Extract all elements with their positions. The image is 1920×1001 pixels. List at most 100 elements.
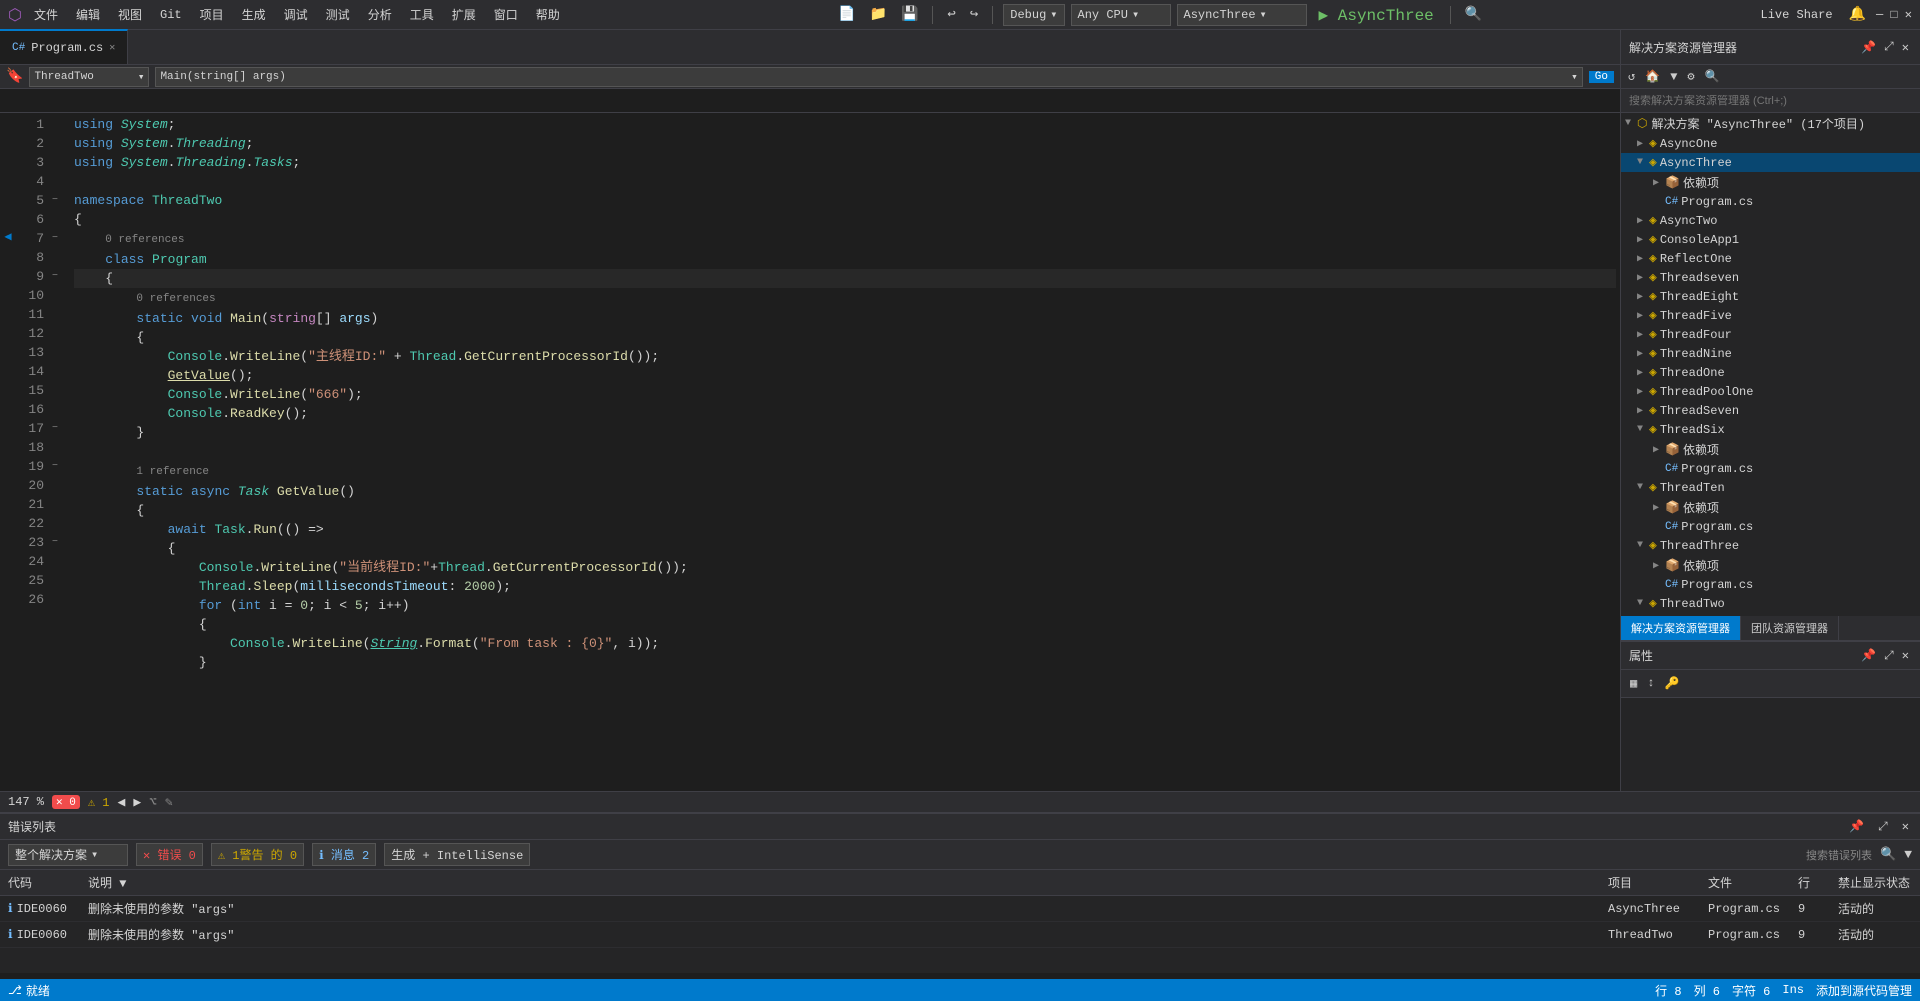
format-icon[interactable]: ✎ xyxy=(165,795,173,810)
el-filter-icon[interactable]: ▼ xyxy=(1904,847,1912,862)
tree-item-reflectone[interactable]: ▶◈ReflectOne xyxy=(1621,249,1920,268)
el-close-icon[interactable]: ✕ xyxy=(1899,817,1912,836)
nav-method-dropdown[interactable]: Main(string[] args)▾ xyxy=(155,67,1582,87)
se-close-icon[interactable]: ✕ xyxy=(1899,38,1912,57)
edit-menu[interactable]: 编辑 xyxy=(70,4,106,25)
code-content[interactable]: using System;using System.Threading;usin… xyxy=(70,113,1620,791)
cpu-dropdown[interactable]: Any CPU ▾ xyxy=(1071,4,1171,26)
tree-item-threadthree-deps[interactable]: ▶📦依赖项 xyxy=(1621,555,1920,576)
el-search-label: 搜索错误列表 xyxy=(1806,847,1872,863)
se-filter-icon[interactable]: ▼ xyxy=(1667,68,1680,86)
tree-item-threadten[interactable]: ▼◈ThreadTen xyxy=(1621,478,1920,497)
messages-filter-btn[interactable]: ℹ 消息 2 xyxy=(312,843,376,866)
warnings-filter-btn[interactable]: ⚠ 1警告 的 0 xyxy=(211,843,304,866)
tree-item-threadsix-deps[interactable]: ▶📦依赖项 xyxy=(1621,439,1920,460)
save-icon[interactable]: 💾 xyxy=(897,4,922,25)
tree-item-threadfour[interactable]: ▶◈ThreadFour xyxy=(1621,325,1920,344)
tree-item-consoleapp1[interactable]: ▶◈ConsoleApp1 xyxy=(1621,230,1920,249)
collapse-7[interactable]: − xyxy=(52,233,58,244)
tab-solution-explorer[interactable]: 解决方案资源管理器 xyxy=(1621,616,1741,640)
collapse-19[interactable]: − xyxy=(52,461,58,472)
tree-item-threadtwo[interactable]: ▼◈ThreadTwo xyxy=(1621,594,1920,613)
new-file-icon[interactable]: 📄 xyxy=(834,4,859,25)
collapse-9[interactable]: − xyxy=(52,271,58,282)
collapse-17[interactable]: − xyxy=(52,423,58,434)
collapse-23[interactable]: − xyxy=(52,537,58,548)
tree-item-threadthree[interactable]: ▼◈ThreadThree xyxy=(1621,536,1920,555)
prop-key-icon[interactable]: 🔑 xyxy=(1661,674,1682,693)
tree-item-threadseven[interactable]: ▶◈Threadseven xyxy=(1621,268,1920,287)
debug-menu[interactable]: 调试 xyxy=(278,4,314,25)
prop-sort-icon[interactable]: ↕ xyxy=(1644,674,1657,693)
add-to-source[interactable]: 添加到源代码管理 xyxy=(1816,982,1912,999)
se-refresh-icon[interactable]: ↺ xyxy=(1625,67,1638,86)
solution-search-input[interactable] xyxy=(1629,95,1912,107)
se-search-btn[interactable]: 🔍 xyxy=(1702,67,1723,86)
view-menu[interactable]: 视图 xyxy=(112,4,148,25)
notification-icon[interactable]: 🔔 xyxy=(1845,4,1870,25)
debug-dropdown[interactable]: Debug ▾ xyxy=(1003,4,1064,26)
build-filter-btn[interactable]: 生成 + IntelliSense xyxy=(384,843,530,866)
extensions-menu[interactable]: 扩展 xyxy=(446,4,482,25)
tree-item-threadthree-program[interactable]: C#Program.cs xyxy=(1621,576,1920,594)
se-home-icon[interactable]: 🏠 xyxy=(1642,67,1663,86)
open-icon[interactable]: 📁 xyxy=(866,4,891,25)
el-pin-icon[interactable]: 📌 xyxy=(1846,817,1867,836)
tree-item-threadsix[interactable]: ▼◈ThreadSix xyxy=(1621,420,1920,439)
file-tab-program[interactable]: C# Program.cs ✕ xyxy=(0,29,128,64)
file-menu[interactable]: 文件 xyxy=(28,4,64,25)
tree-item-threadeight[interactable]: ▶◈ThreadEight xyxy=(1621,287,1920,306)
prop-grid-icon[interactable]: ▦ xyxy=(1627,674,1640,693)
nav-next-btn[interactable]: ▶ xyxy=(133,795,141,810)
prop-pin-icon[interactable]: 📌 xyxy=(1858,646,1879,665)
se-gear-icon[interactable]: ⚙ xyxy=(1684,67,1697,86)
help-menu[interactable]: 帮助 xyxy=(530,4,566,25)
nav-prev-btn[interactable]: ◀ xyxy=(117,795,125,810)
tree-item-asyncone[interactable]: ▶◈AsyncOne xyxy=(1621,134,1920,153)
project-dropdown[interactable]: AsyncThree ▾ xyxy=(1177,4,1307,26)
tab-close-btn[interactable]: ✕ xyxy=(109,42,115,54)
tree-item-threadnine[interactable]: ▶◈ThreadNine xyxy=(1621,344,1920,363)
tree-item-asyncthree-deps[interactable]: ▶📦依赖项 xyxy=(1621,172,1920,193)
tree-item-asyncthree-program[interactable]: C#Program.cs xyxy=(1621,193,1920,211)
prop-move-icon[interactable]: ⤢ xyxy=(1881,647,1897,665)
error-row[interactable]: ℹIDE0060 删除未使用的参数 "args" ThreadTwo Progr… xyxy=(0,922,1920,948)
build-menu[interactable]: 生成 xyxy=(236,4,272,25)
tree-item-threadten-program[interactable]: C#Program.cs xyxy=(1621,518,1920,536)
tree-item-threadseven2[interactable]: ▶◈ThreadSeven xyxy=(1621,401,1920,420)
se-move-icon[interactable]: ⤢ xyxy=(1881,38,1897,56)
tree-item-asyncthree[interactable]: ▼◈AsyncThree xyxy=(1621,153,1920,172)
project-menu[interactable]: 项目 xyxy=(194,4,230,25)
nav-namespace-dropdown[interactable]: ThreadTwo▾ xyxy=(29,67,149,87)
tree-item-threadsix-program[interactable]: C#Program.cs xyxy=(1621,460,1920,478)
live-share-btn[interactable]: Live Share xyxy=(1755,6,1839,24)
tree-solution-root[interactable]: ▼⬡解决方案 "AsyncThree" (17个项目) xyxy=(1621,113,1920,134)
tree-item-threadpoolone[interactable]: ▶◈ThreadPoolOne xyxy=(1621,382,1920,401)
code-editor[interactable]: ◀ 12345678 910111213141516 1718192021222… xyxy=(0,113,1620,791)
se-pin-icon[interactable]: 📌 xyxy=(1858,38,1879,57)
play-button[interactable]: ▶ AsyncThree xyxy=(1313,3,1440,27)
undo-icon[interactable]: ↩ xyxy=(943,4,959,25)
window-menu[interactable]: 窗口 xyxy=(488,4,524,25)
search-icon[interactable]: 🔍 xyxy=(1461,4,1486,25)
collapse-5[interactable]: − xyxy=(52,195,58,206)
test-menu[interactable]: 测试 xyxy=(320,4,356,25)
error-row[interactable]: ℹIDE0060 删除未使用的参数 "args" AsyncThree Prog… xyxy=(0,896,1920,922)
tree-item-threadten-deps[interactable]: ▶📦依赖项 xyxy=(1621,497,1920,518)
line-numbers: 12345678 910111213141516 171819202122232… xyxy=(16,113,52,791)
el-move-icon[interactable]: ⤢ xyxy=(1875,818,1891,836)
analyze-menu[interactable]: 分析 xyxy=(362,4,398,25)
nav-go-icon[interactable]: Go xyxy=(1589,71,1614,83)
prop-close-icon[interactable]: ✕ xyxy=(1899,646,1912,665)
git-menu[interactable]: Git xyxy=(154,6,188,24)
tools-menu[interactable]: 工具 xyxy=(404,4,440,25)
el-search-btn[interactable]: 🔍 xyxy=(1880,847,1896,862)
bookmark-indicator: ◀ xyxy=(4,229,11,244)
tab-team-explorer[interactable]: 团队资源管理器 xyxy=(1741,616,1839,640)
errors-filter-btn[interactable]: ✕ 错误 0 xyxy=(136,843,203,866)
scope-dropdown[interactable]: 整个解决方案▾ xyxy=(8,844,128,866)
tree-item-threadfive[interactable]: ▶◈ThreadFive xyxy=(1621,306,1920,325)
tree-item-asynctwo[interactable]: ▶◈AsyncTwo xyxy=(1621,211,1920,230)
redo-icon[interactable]: ↪ xyxy=(966,4,982,25)
tree-item-threadone[interactable]: ▶◈ThreadOne xyxy=(1621,363,1920,382)
